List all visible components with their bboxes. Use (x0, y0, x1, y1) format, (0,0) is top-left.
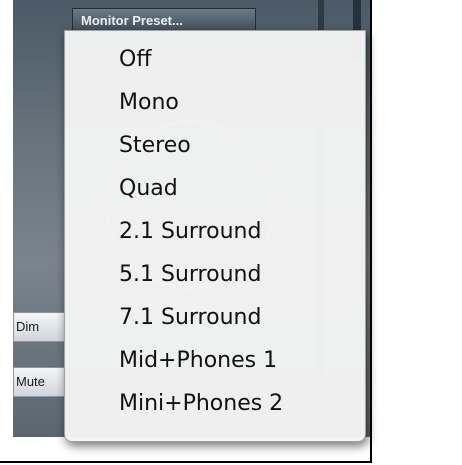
menu-item-mid-phones-1[interactable]: Mid+Phones 1 (119, 345, 277, 377)
menu-item-off[interactable]: Off (119, 44, 151, 76)
screenshot-frame: Monitor Preset... Dim Mute Off Mono Ster… (0, 0, 372, 463)
menu-item-5-1-surround[interactable]: 5.1 Surround (119, 259, 261, 291)
menu-item-7-1-surround[interactable]: 7.1 Surround (119, 302, 261, 334)
menu-item-2-1-surround[interactable]: 2.1 Surround (119, 216, 261, 248)
dim-button[interactable]: Dim (13, 312, 65, 342)
menu-item-stereo[interactable]: Stereo (119, 130, 191, 162)
menu-item-mini-phones-2[interactable]: Mini+Phones 2 (119, 388, 283, 420)
menu-item-mono[interactable]: Mono (119, 87, 179, 119)
menu-item-quad[interactable]: Quad (119, 173, 178, 205)
monitor-preset-menu: Off Mono Stereo Quad 2.1 Surround 5.1 Su… (64, 30, 366, 442)
mute-button[interactable]: Mute (13, 367, 65, 397)
